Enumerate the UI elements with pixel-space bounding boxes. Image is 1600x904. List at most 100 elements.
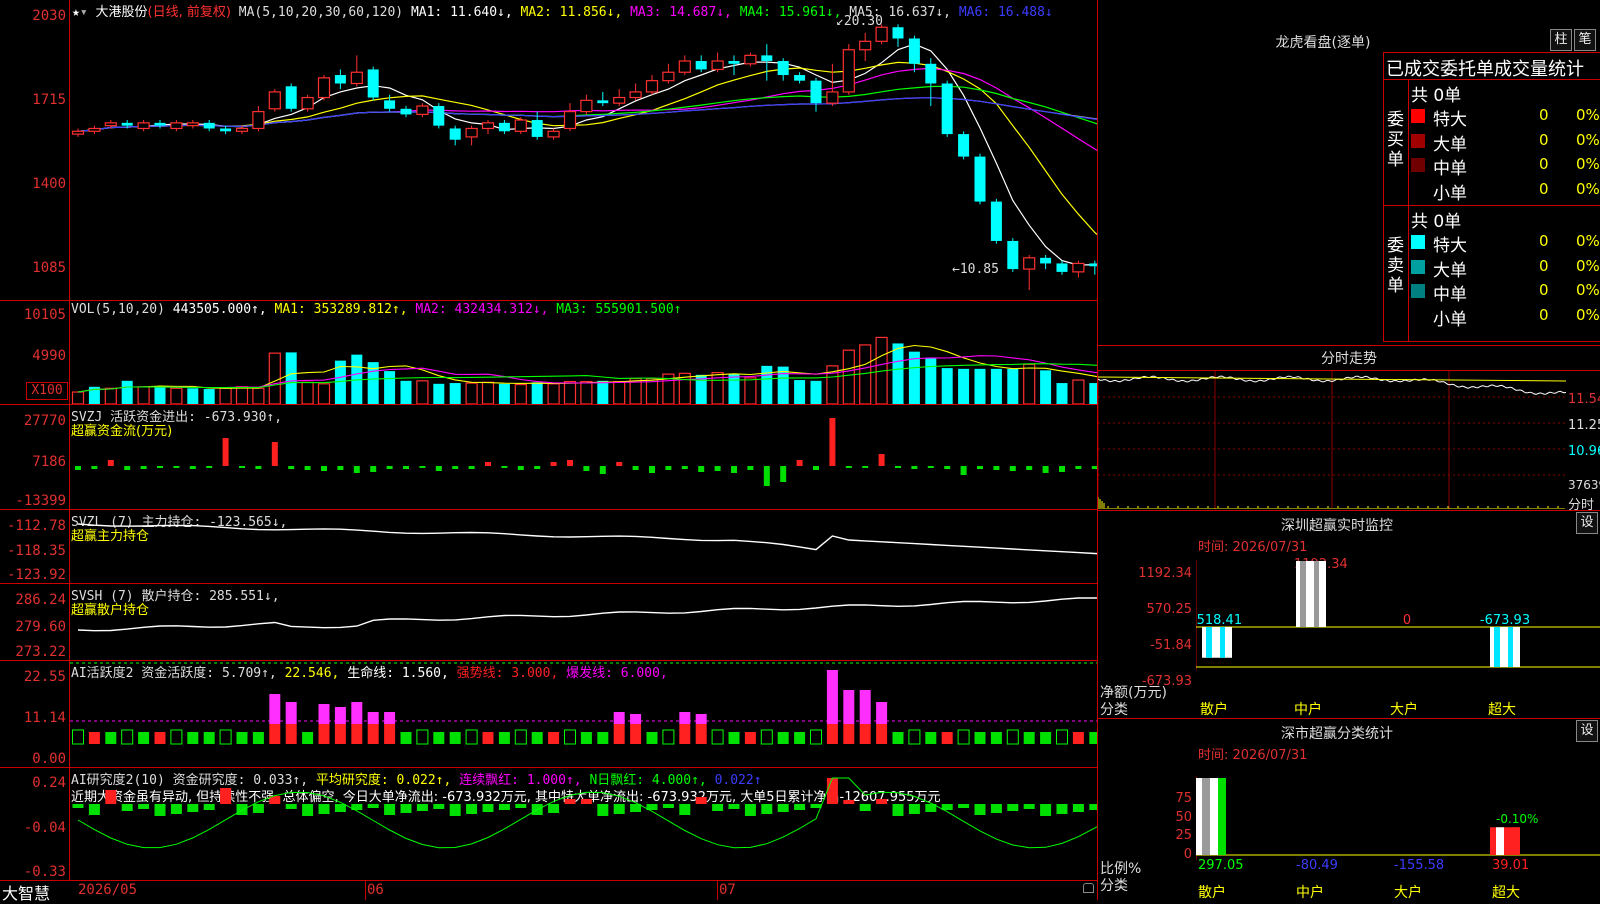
research-bar <box>1056 804 1068 814</box>
category-label: 大户 <box>1394 885 1422 901</box>
candle-body <box>285 86 297 109</box>
color-swatch <box>1411 309 1425 323</box>
ai-research-chart[interactable] <box>70 768 1097 880</box>
date-tick: 07 <box>719 882 736 898</box>
research-bar <box>613 804 625 814</box>
flow-bar <box>911 466 918 469</box>
research-bar <box>564 799 576 804</box>
lock-icon[interactable] <box>1083 883 1094 893</box>
order-row: 特大 0 0% <box>1411 231 1600 256</box>
activity-bar <box>334 707 346 724</box>
order-type-label: 小单 <box>1433 183 1467 204</box>
main-chart-area: 2030 1715 1400 1085 ★▾ 大港股份(日线, 前复权) MA(… <box>0 0 1098 903</box>
monitor-categories: 散户 中户 大户 超大 <box>1196 699 1600 718</box>
svsh-tick: 273.22 <box>15 644 66 660</box>
intraday-tick: 11.25 <box>1568 418 1600 433</box>
research-bar <box>72 804 84 808</box>
flow-bar <box>1009 466 1016 471</box>
flow-bar <box>583 466 590 471</box>
intraday-chart[interactable] <box>1098 371 1566 509</box>
bar-stripe <box>1494 627 1500 667</box>
activity-bar <box>269 694 281 724</box>
activity-bar <box>514 729 527 745</box>
activity-bar <box>810 729 822 745</box>
classify-value-label: -80.49 <box>1296 858 1338 873</box>
flow-bar <box>403 466 409 469</box>
order-row: 中单 0 0% <box>1411 280 1600 305</box>
candle-body <box>268 91 281 110</box>
classify-settings-button[interactable]: 设 <box>1576 720 1598 742</box>
classify-value-label: -155.58 <box>1394 858 1445 873</box>
order-volume: 0 <box>1539 106 1549 124</box>
svzj-chart[interactable] <box>70 405 1097 509</box>
research-bar <box>138 804 150 809</box>
svzl-chart[interactable] <box>70 510 1097 583</box>
research-bar <box>1072 804 1084 812</box>
volume-bar <box>121 380 133 404</box>
research-bar <box>105 790 117 804</box>
candle-body <box>1007 240 1019 270</box>
bar-stripe <box>1508 627 1513 667</box>
classify-categories: 散户 中户 大户 超大 <box>1196 882 1600 901</box>
research-bar <box>744 804 756 816</box>
vol-unit-button[interactable]: X100 <box>26 382 68 400</box>
research-bar <box>187 804 199 812</box>
candle-body <box>711 60 724 71</box>
flow-bar <box>567 460 573 466</box>
tick-mode-button[interactable]: 笔 <box>1574 29 1596 51</box>
volume-bar <box>235 386 249 404</box>
activity-bar <box>925 732 937 744</box>
order-volume: 0 <box>1539 130 1549 149</box>
monitor-bar <box>1296 561 1326 627</box>
volume-chart[interactable] <box>70 318 1097 404</box>
bar-mode-button[interactable]: 柱 <box>1550 29 1572 51</box>
research-bar <box>1023 804 1035 809</box>
research-bar <box>367 804 379 808</box>
research-bar <box>548 804 560 813</box>
activity-bar <box>252 732 264 744</box>
volume-bar <box>71 391 85 404</box>
bar-stripe <box>1512 827 1520 855</box>
svsh-chart[interactable] <box>70 584 1097 660</box>
research-bar <box>810 804 822 808</box>
candlestick-chart[interactable] <box>70 16 1097 300</box>
flow-bar <box>189 466 196 469</box>
monitor-bar-label: -518.41 <box>1196 613 1242 628</box>
flow-bar <box>255 466 262 469</box>
buy-order-rows: 特大 0 0% 大单 0 0% 中单 0 0% 小单 0 0% <box>1411 105 1600 205</box>
flow-bar <box>747 466 754 470</box>
flow-bar <box>222 438 229 466</box>
svzl-tick: -123.92 <box>6 567 66 583</box>
flow-bar <box>140 466 147 469</box>
monitor-settings-button[interactable]: 设 <box>1576 512 1598 534</box>
flow-bar <box>665 466 672 470</box>
volume-bar <box>301 381 314 404</box>
category-label: 中户 <box>1296 885 1324 901</box>
price-tick: 1400 <box>32 176 66 192</box>
volume-bar <box>1089 383 1097 404</box>
flow-bar <box>632 466 639 470</box>
flow-bar <box>550 462 557 466</box>
volume-bar <box>563 380 577 404</box>
activity-bar <box>187 732 199 744</box>
research-bar <box>318 804 330 814</box>
activity-bar <box>121 729 134 745</box>
category-label: 超大 <box>1492 885 1520 901</box>
candle-body <box>433 105 445 126</box>
monitor-bar-chart[interactable]: -518.41 0 -673.93 <box>1196 560 1600 700</box>
candle-body <box>875 26 888 42</box>
classify-bar <box>1196 778 1226 855</box>
activity-bar <box>580 732 592 744</box>
order-percent: 0% <box>1576 106 1600 124</box>
candle-body <box>186 122 199 127</box>
classify-title: 深市超赢分类统计 <box>1281 726 1393 742</box>
candle-body <box>925 63 937 84</box>
ai-active-chart[interactable] <box>70 661 1097 767</box>
price-high-value: 20.30 <box>843 14 883 29</box>
candle-body <box>71 130 85 135</box>
activity-bar <box>794 732 806 744</box>
activity-bar <box>269 724 281 744</box>
flow-bar <box>206 466 213 468</box>
intraday-tick: 10.96 <box>1568 444 1600 459</box>
candle-body <box>481 122 495 130</box>
